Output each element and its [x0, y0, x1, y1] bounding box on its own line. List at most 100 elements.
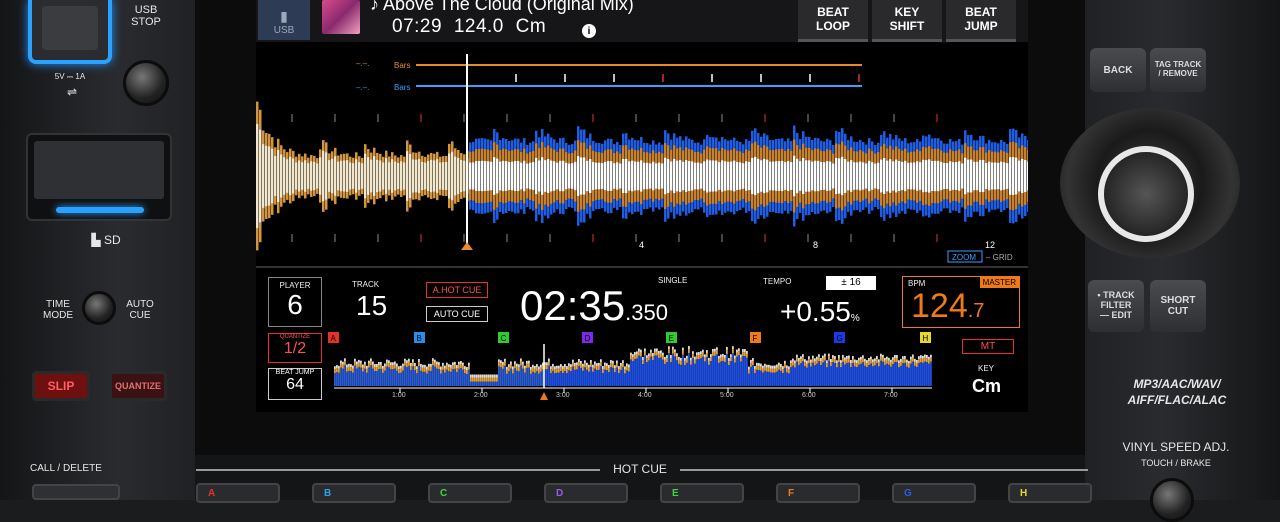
source-usb-tab[interactable]: ▮ USB — [258, 0, 310, 40]
overview-bar — [808, 363, 810, 386]
overview-bar — [596, 370, 598, 386]
overview-bar — [628, 371, 630, 386]
overview-bar-top — [830, 362, 832, 367]
hot-cue-pad-h[interactable]: H — [1008, 483, 1092, 503]
overview-bar-top — [418, 362, 420, 367]
wave-bar — [562, 160, 565, 192]
overview-bar-peak — [796, 354, 798, 358]
time-mode-auto-cue-button[interactable] — [82, 291, 116, 325]
tempo-range[interactable]: ± 16 — [826, 276, 876, 290]
overview-cue-marker — [540, 392, 548, 400]
info-button[interactable]: i — [582, 24, 596, 38]
beat-jump-box[interactable]: BEAT JUMP 64 — [268, 368, 322, 400]
overview-bar-peak — [524, 365, 526, 369]
overview-bar-top — [702, 352, 704, 357]
rotary-selector-knob[interactable] — [1098, 146, 1194, 242]
wave-bar — [499, 161, 502, 191]
overview-bar — [448, 371, 450, 386]
overview-bar-peak — [828, 353, 830, 357]
hot-cue-marker-d: D — [582, 332, 593, 343]
wave-bar — [292, 158, 295, 194]
overview-bar-top — [604, 365, 606, 370]
wave-bar — [319, 157, 322, 195]
overview-bar-peak — [802, 354, 804, 358]
waveform-display[interactable]: –.–. –.–. Bars Bars 4 8 12 ZOOM – GRID — [256, 44, 1028, 266]
wave-bar — [874, 163, 877, 189]
wave-bar — [913, 162, 916, 190]
wave-bar — [928, 159, 931, 193]
auto-hot-cue-indicator[interactable]: A.HOT CUE — [426, 282, 488, 298]
back-button[interactable]: BACK — [1090, 48, 1146, 92]
wave-bar — [970, 159, 973, 193]
overview-bar — [900, 365, 902, 386]
master-badge[interactable]: MASTER — [979, 277, 1019, 288]
overview-bar-top — [850, 362, 852, 367]
overview-bar-top — [626, 366, 628, 371]
vinyl-speed-knob[interactable] — [1150, 478, 1194, 522]
overview-bar-peak — [342, 361, 344, 365]
overview-bar-peak — [480, 374, 482, 378]
quantize-value: 1/2 — [283, 340, 307, 357]
short-cut-button[interactable]: SHORT CUT — [1150, 280, 1206, 332]
overview-bar — [622, 367, 624, 386]
master-tempo-button[interactable]: MT — [962, 339, 1014, 354]
auto-cue-indicator[interactable]: AUTO CUE — [426, 306, 488, 322]
overview-bar — [536, 371, 538, 386]
overview-bar-peak — [400, 365, 402, 369]
hot-cue-pad-e[interactable]: E — [660, 483, 744, 503]
wave-bar — [412, 159, 415, 193]
wave-bar — [421, 161, 424, 191]
elapsed-time[interactable]: 02:35.350 — [520, 282, 668, 330]
wave-bar — [922, 159, 925, 193]
tag-track-remove-button[interactable]: TAG TRACK / REMOVE — [1150, 48, 1206, 92]
overview-bar — [678, 363, 680, 386]
hot-cue-pad-g[interactable]: G — [892, 483, 976, 503]
overview-bar-top — [882, 357, 884, 362]
wave-bar — [694, 162, 697, 190]
overview-bar — [762, 372, 764, 386]
overview-bar-top — [706, 353, 708, 358]
quantize-button[interactable]: QUANTIZE — [109, 371, 167, 401]
usb-stop-button[interactable] — [123, 60, 169, 106]
overview-bar-peak — [636, 351, 638, 355]
overview-bar — [798, 364, 800, 386]
overview-bar-peak — [382, 365, 384, 369]
waveform — [256, 101, 1028, 251]
overview-bar-peak — [388, 360, 390, 364]
beat-jump-button[interactable]: BEAT JUMP — [946, 0, 1016, 42]
slip-button[interactable]: SLIP — [32, 371, 90, 401]
beat-loop-button[interactable]: BEAT LOOP — [798, 0, 868, 42]
overview-bar-peak — [928, 356, 930, 360]
quantize-box[interactable]: QUANTIZE 1/2 — [268, 333, 322, 363]
wave-bar — [280, 154, 283, 198]
sd-card-slot[interactable] — [26, 133, 172, 221]
hot-cue-pad-a[interactable]: A — [196, 483, 280, 503]
hot-cue-pad-b[interactable]: B — [312, 483, 396, 503]
overview-bar-top — [394, 364, 396, 369]
overview-bar — [560, 371, 562, 386]
wave-bar — [823, 162, 826, 190]
overview-bar-peak — [920, 355, 922, 359]
wave-bar — [592, 161, 595, 191]
overview-bar — [534, 372, 536, 386]
call-button[interactable] — [32, 484, 120, 500]
key-shift-button[interactable]: KEY SHIFT — [872, 0, 942, 42]
time-tick-label: 1:00 — [392, 392, 406, 399]
overview-bar-peak — [402, 363, 404, 367]
overview-bar-peak — [774, 365, 776, 369]
hot-cue-pad-c[interactable]: C — [428, 483, 512, 503]
track-filter-edit-button[interactable]: • TRACK FILTER — EDIT — [1088, 280, 1144, 332]
vinyl-speed-label: VINYL SPEED ADJ. — [1122, 440, 1230, 454]
hot-cue-pad-f[interactable]: F — [776, 483, 860, 503]
overview-bar-top — [562, 368, 564, 373]
wave-bar — [886, 160, 889, 192]
overview-bar-peak — [616, 360, 618, 364]
overview-waveform[interactable]: A B C D E F G H 1:00 2:00 3:00 4:00 5:00 6:00 7:00 — [328, 330, 948, 402]
overview-bar-top — [340, 363, 342, 368]
overview-bar — [546, 369, 548, 386]
hot-cue-pad-d[interactable]: D — [544, 483, 628, 503]
usb-port[interactable] — [28, 0, 112, 64]
overview-bar-peak — [690, 357, 692, 361]
wave-bar — [655, 163, 658, 189]
hot-cue-label: HOT CUE — [613, 462, 667, 476]
